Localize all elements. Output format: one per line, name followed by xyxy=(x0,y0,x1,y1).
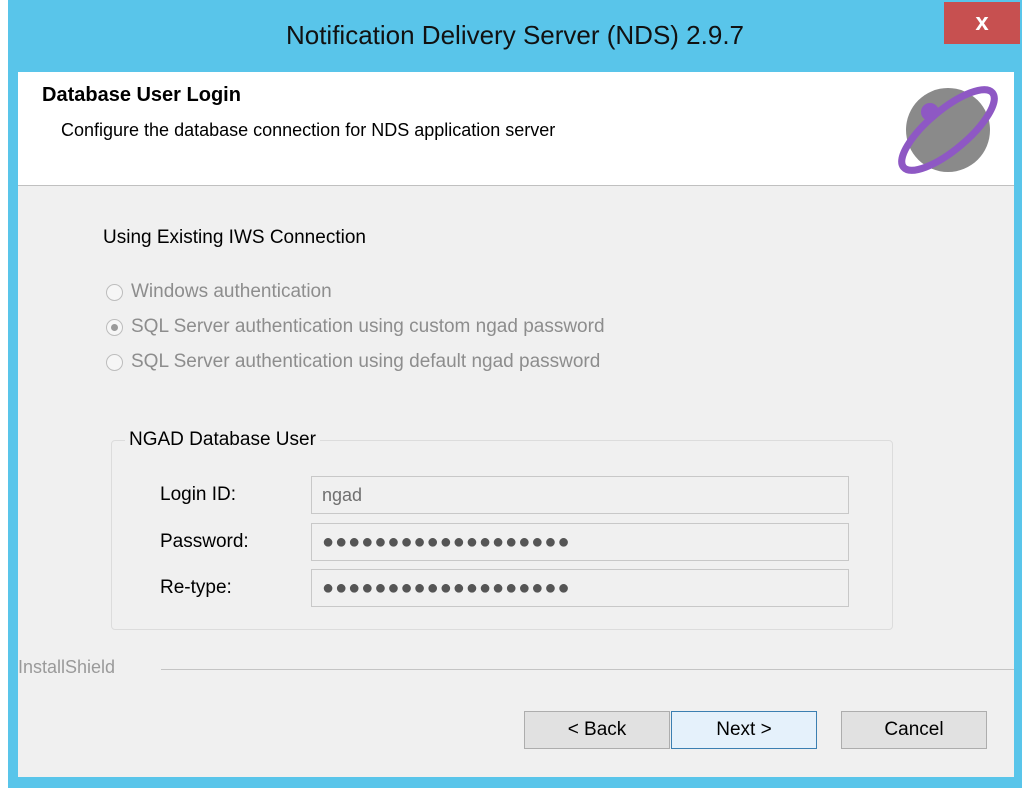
radio-sql-custom-password[interactable]: SQL Server authentication using custom n… xyxy=(106,313,605,341)
installer-window: Notification Delivery Server (NDS) 2.9.7… xyxy=(8,0,1022,788)
password-field[interactable]: ●●●●●●●●●●●●●●●●●●● xyxy=(311,523,849,561)
window-title: Notification Delivery Server (NDS) 2.9.7 xyxy=(285,20,745,50)
back-button[interactable]: < Back xyxy=(524,711,670,749)
retype-label: Re-type: xyxy=(160,577,232,598)
radio-label: SQL Server authentication using custom n… xyxy=(131,316,605,337)
footer-divider xyxy=(161,669,1014,670)
page-title: Database User Login xyxy=(42,84,241,106)
radio-button[interactable] xyxy=(106,353,123,371)
title-bar[interactable]: Notification Delivery Server (NDS) 2.9.7… xyxy=(8,0,1022,72)
installshield-brand: InstallShield xyxy=(18,657,116,677)
radio-button[interactable] xyxy=(106,283,123,301)
login-id-field[interactable]: ngad xyxy=(311,476,849,514)
login-id-label: Login ID: xyxy=(160,484,237,505)
db-user-groupbox-legend: NGAD Database User xyxy=(125,429,320,451)
connection-section-label: Using Existing IWS Connection xyxy=(103,227,366,248)
globe-orbit-logo-icon xyxy=(898,86,998,174)
radio-label: SQL Server authentication using default … xyxy=(131,351,601,372)
dialog-header: Database User Login Configure the databa… xyxy=(18,72,1014,186)
radio-sql-default-password[interactable]: SQL Server authentication using default … xyxy=(106,348,600,376)
radio-selected-dot xyxy=(111,323,118,331)
close-button[interactable]: x xyxy=(944,2,1020,44)
radio-button[interactable] xyxy=(106,318,123,336)
cancel-button[interactable]: Cancel xyxy=(841,711,987,749)
password-label: Password: xyxy=(160,531,249,552)
retype-password-field[interactable]: ●●●●●●●●●●●●●●●●●●● xyxy=(311,569,849,607)
next-button[interactable]: Next > xyxy=(671,711,817,749)
radio-windows-auth[interactable]: Windows authentication xyxy=(106,278,332,306)
page-subtitle: Configure the database connection for ND… xyxy=(61,120,556,140)
radio-label: Windows authentication xyxy=(131,281,332,302)
dialog-client-area: Database User Login Configure the databa… xyxy=(18,72,1014,777)
